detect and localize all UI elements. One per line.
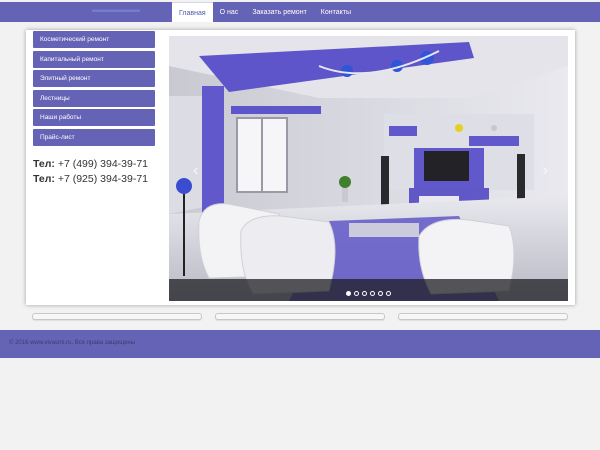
sidebar-item-price-list[interactable]: Прайс-лист <box>33 128 155 146</box>
nav-item-home[interactable]: Главная <box>172 2 213 22</box>
slider-dot[interactable] <box>378 291 383 296</box>
slider-pagination <box>346 291 391 296</box>
sidebar-item-cosmetic-repair[interactable]: Косметический ремонт <box>33 31 155 48</box>
site-logo[interactable]: ▬▬▬▬▬▬ <box>92 5 140 14</box>
contact-phones: Тел: +7 (499) 394-39-71 Тел: +7 (925) 39… <box>33 157 148 187</box>
slider-caption-bar <box>169 279 568 301</box>
nav-item-about[interactable]: О нас <box>213 2 246 22</box>
feature-box <box>32 313 202 320</box>
sidebar-menu: Косметический ремонт Капитальный ремонт … <box>33 31 155 149</box>
chevron-right-icon[interactable]: › <box>543 162 548 180</box>
phone-number[interactable]: +7 (925) 394-39-71 <box>58 173 148 185</box>
slider-dot[interactable] <box>354 291 359 296</box>
sidebar-item-our-works[interactable]: Наши работы <box>33 109 155 127</box>
chevron-left-icon[interactable]: ‹ <box>193 162 198 180</box>
copyright-text: © 2016 www.vivasmi.ru. Все права защищен… <box>9 340 136 346</box>
feature-box <box>398 313 568 320</box>
site-footer: © 2016 www.vivasmi.ru. Все права защищен… <box>0 330 600 358</box>
slider-dot[interactable] <box>386 291 391 296</box>
phone-prefix: Тел: <box>33 158 55 170</box>
image-slider[interactable]: ‹ › <box>169 36 568 301</box>
sidebar-item-elite-repair[interactable]: Элитный ремонт <box>33 70 155 88</box>
main-card: Косметический ремонт Капитальный ремонт … <box>26 30 575 305</box>
feature-box <box>215 313 385 320</box>
phone-number[interactable]: +7 (499) 394-39-71 <box>58 158 148 170</box>
phone-line: Тел: +7 (925) 394-39-71 <box>33 172 148 187</box>
nav-item-contacts[interactable]: Контакты <box>314 2 358 22</box>
slider-dot[interactable] <box>370 291 375 296</box>
phone-line: Тел: +7 (499) 394-39-71 <box>33 157 148 172</box>
sidebar-item-stairs[interactable]: Лестницы <box>33 89 155 107</box>
phone-prefix: Тел: <box>33 173 55 185</box>
slider-dot[interactable] <box>362 291 367 296</box>
slider-dot[interactable] <box>346 291 351 296</box>
main-nav: Главная О нас Заказать ремонт Контакты <box>172 2 358 22</box>
interior-slide-image <box>169 36 568 301</box>
sidebar-item-capital-repair[interactable]: Капитальный ремонт <box>33 50 155 68</box>
top-navbar: ▬▬▬▬▬▬ Главная О нас Заказать ремонт Кон… <box>0 2 600 22</box>
nav-item-order[interactable]: Заказать ремонт <box>245 2 313 22</box>
